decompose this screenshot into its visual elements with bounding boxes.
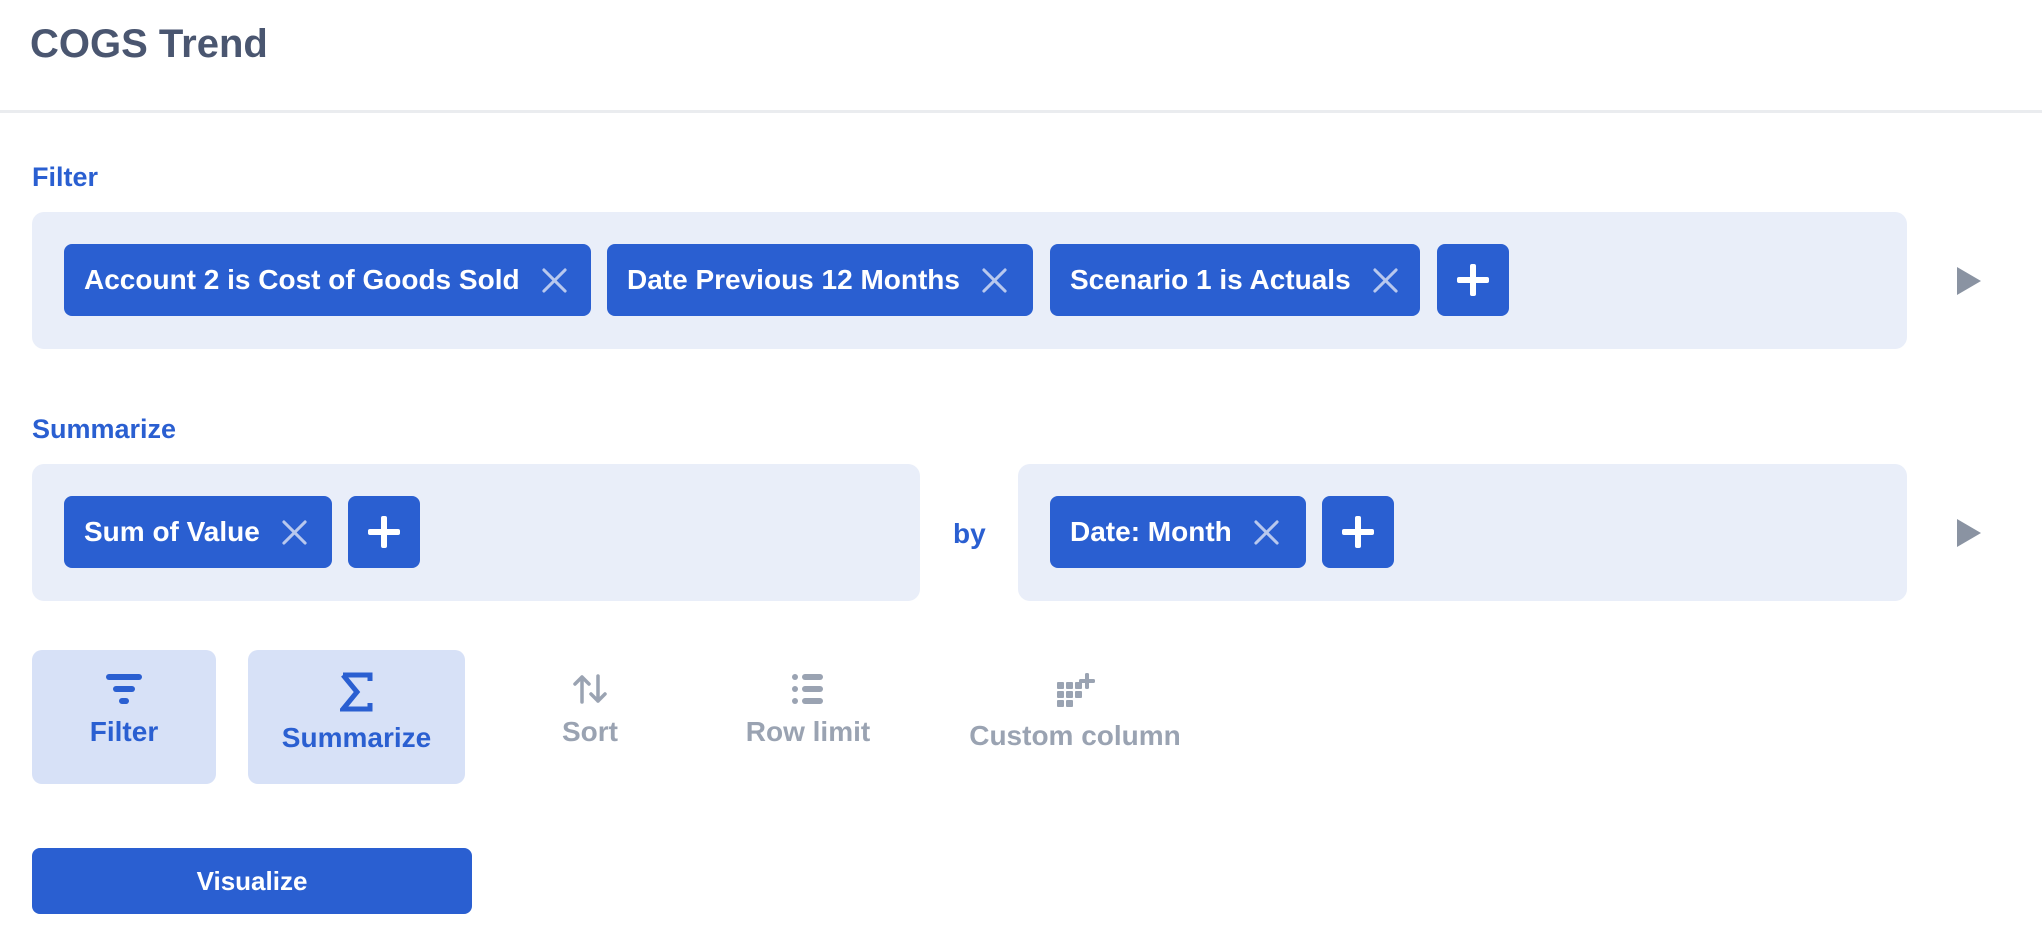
step-custom-column-button[interactable]: Custom column (958, 650, 1192, 784)
step-label: Summarize (281, 722, 432, 753)
sigma-icon (339, 672, 372, 712)
close-icon[interactable] (542, 267, 568, 293)
summarize-section-label: Summarize (32, 414, 177, 444)
page-header: COGS Trend (0, 0, 2042, 113)
filter-chip-account[interactable]: Account 2 is Cost of Goods Sold (64, 244, 591, 316)
grouping-chip-label: Date: Month (1070, 516, 1232, 547)
summarize-groupings-panel: Date: Month (1018, 464, 1907, 601)
step-label: Filter (89, 716, 159, 747)
filter-chip-label: Scenario 1 is Actuals (1070, 264, 1351, 295)
step-sort-button[interactable]: Sort (530, 650, 650, 784)
by-label: by (953, 518, 986, 549)
list-icon (792, 674, 823, 704)
filter-chip-scenario[interactable]: Scenario 1 is Actuals (1050, 244, 1420, 316)
page-title: COGS Trend (30, 22, 268, 66)
filter-chip-date[interactable]: Date Previous 12 Months (607, 244, 1033, 316)
visualize-button[interactable]: Visualize (32, 848, 472, 914)
filter-chip-label: Account 2 is Cost of Goods Sold (84, 264, 520, 295)
step-label: Custom column (969, 720, 1181, 751)
filter-icon (106, 674, 142, 704)
filter-chip-label: Date Previous 12 Months (627, 264, 960, 295)
summarize-metrics-panel: Sum of Value (32, 464, 920, 601)
filter-panel: Account 2 is Cost of Goods Sold Date Pre… (32, 212, 1907, 349)
step-row-limit-button[interactable]: Row limit (735, 650, 881, 784)
step-label: Row limit (745, 716, 871, 747)
add-grouping-button[interactable] (1322, 496, 1394, 568)
close-icon[interactable] (282, 519, 308, 545)
metric-chip-sum-of-value[interactable]: Sum of Value (64, 496, 332, 568)
play-icon[interactable] (1957, 519, 1981, 547)
add-filter-button[interactable] (1437, 244, 1509, 316)
step-filter-button[interactable]: Filter (32, 650, 216, 784)
grouping-chip-date-month[interactable]: Date: Month (1050, 496, 1306, 568)
close-icon[interactable] (1254, 519, 1280, 545)
step-label: Sort (562, 716, 618, 747)
close-icon[interactable] (1373, 267, 1399, 293)
play-icon[interactable] (1957, 267, 1981, 295)
metric-chip-label: Sum of Value (84, 516, 260, 547)
close-icon[interactable] (982, 267, 1008, 293)
step-summarize-button[interactable]: Summarize (248, 650, 465, 784)
sort-icon (573, 674, 607, 704)
filter-section-label: Filter (32, 162, 99, 192)
add-metric-button[interactable] (348, 496, 420, 568)
add-column-icon (1057, 673, 1095, 707)
